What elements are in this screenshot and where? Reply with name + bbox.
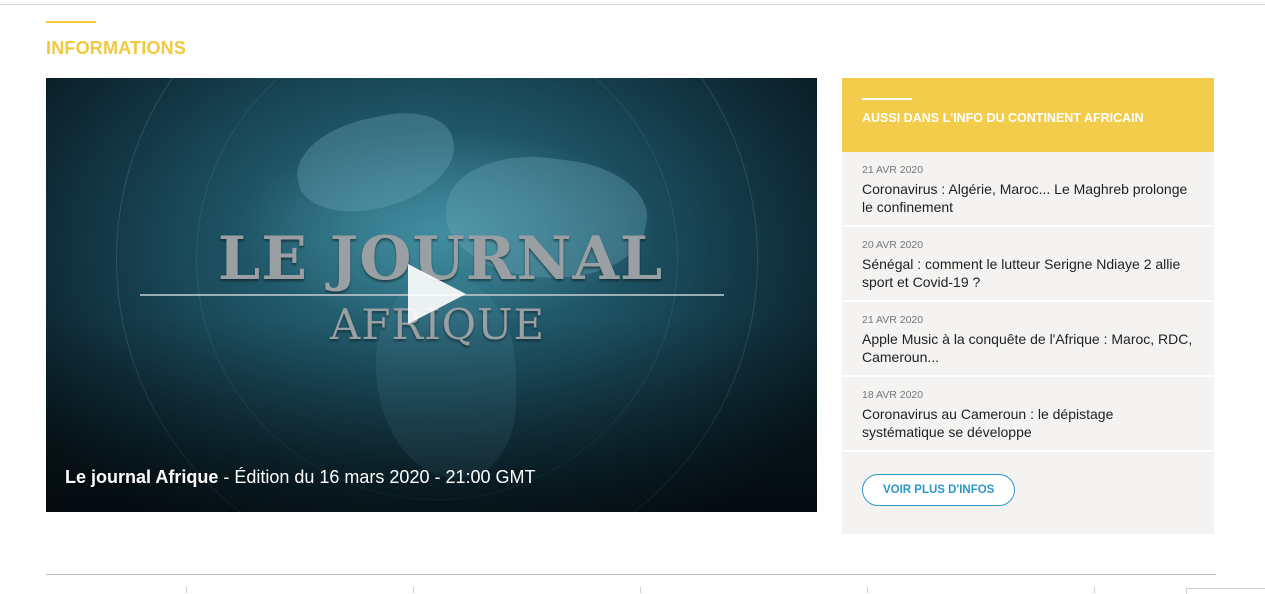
news-headline-link[interactable]: Sénégal : comment le lutteur Serigne Ndi… bbox=[862, 255, 1194, 291]
news-headline-link[interactable]: Apple Music à la conquête de l'Afrique :… bbox=[862, 330, 1194, 366]
top-divider bbox=[0, 4, 1265, 5]
footer-tab-separator bbox=[413, 587, 414, 593]
more-button-wrap: VOIR PLUS D'INFOS bbox=[842, 452, 1214, 506]
news-item[interactable]: 21 AVR 2020 Coronavirus : Algérie, Maroc… bbox=[842, 152, 1214, 227]
news-item[interactable]: 20 AVR 2020 Sénégal : comment le lutteur… bbox=[842, 227, 1214, 302]
play-icon[interactable] bbox=[408, 264, 466, 324]
footer-tab-separator bbox=[1094, 587, 1095, 593]
news-date: 20 AVR 2020 bbox=[862, 239, 924, 251]
related-news-header: AUSSI DANS L'INFO DU CONTINENT AFRICAIN bbox=[842, 78, 1214, 152]
news-date: 18 AVR 2020 bbox=[862, 389, 924, 401]
section-accent-bar bbox=[46, 21, 96, 23]
header-accent-bar bbox=[862, 98, 912, 100]
news-date: 21 AVR 2020 bbox=[862, 164, 924, 176]
video-caption: Le journal Afrique - Édition du 16 mars … bbox=[65, 467, 536, 488]
footer-tab-separator bbox=[186, 587, 187, 593]
section-title: INFORMATIONS bbox=[46, 38, 187, 58]
more-news-button[interactable]: VOIR PLUS D'INFOS bbox=[862, 474, 1016, 506]
footer-tab-separator bbox=[640, 587, 641, 593]
video-caption-edition: - Édition du 16 mars 2020 - 21:00 GMT bbox=[218, 467, 536, 487]
bottom-divider bbox=[46, 574, 1216, 575]
corner-widget bbox=[1186, 588, 1265, 594]
news-headline-link[interactable]: Coronavirus au Cameroun : le dépistage s… bbox=[862, 405, 1194, 441]
news-item[interactable]: 21 AVR 2020 Apple Music à la conquête de… bbox=[842, 302, 1214, 377]
footer-tab-separator bbox=[867, 587, 868, 593]
news-date: 21 AVR 2020 bbox=[862, 314, 924, 326]
related-news-panel: AUSSI DANS L'INFO DU CONTINENT AFRICAIN … bbox=[842, 78, 1214, 534]
related-news-title: AUSSI DANS L'INFO DU CONTINENT AFRICAIN bbox=[862, 111, 1144, 125]
news-headline-link[interactable]: Coronavirus : Algérie, Maroc... Le Maghr… bbox=[862, 180, 1194, 216]
news-item[interactable]: 18 AVR 2020 Coronavirus au Cameroun : le… bbox=[842, 377, 1214, 452]
video-player[interactable]: LE JOURNAL AFRIQUE Le journal Afrique - … bbox=[46, 78, 817, 512]
video-caption-show: Le journal Afrique bbox=[65, 467, 219, 487]
